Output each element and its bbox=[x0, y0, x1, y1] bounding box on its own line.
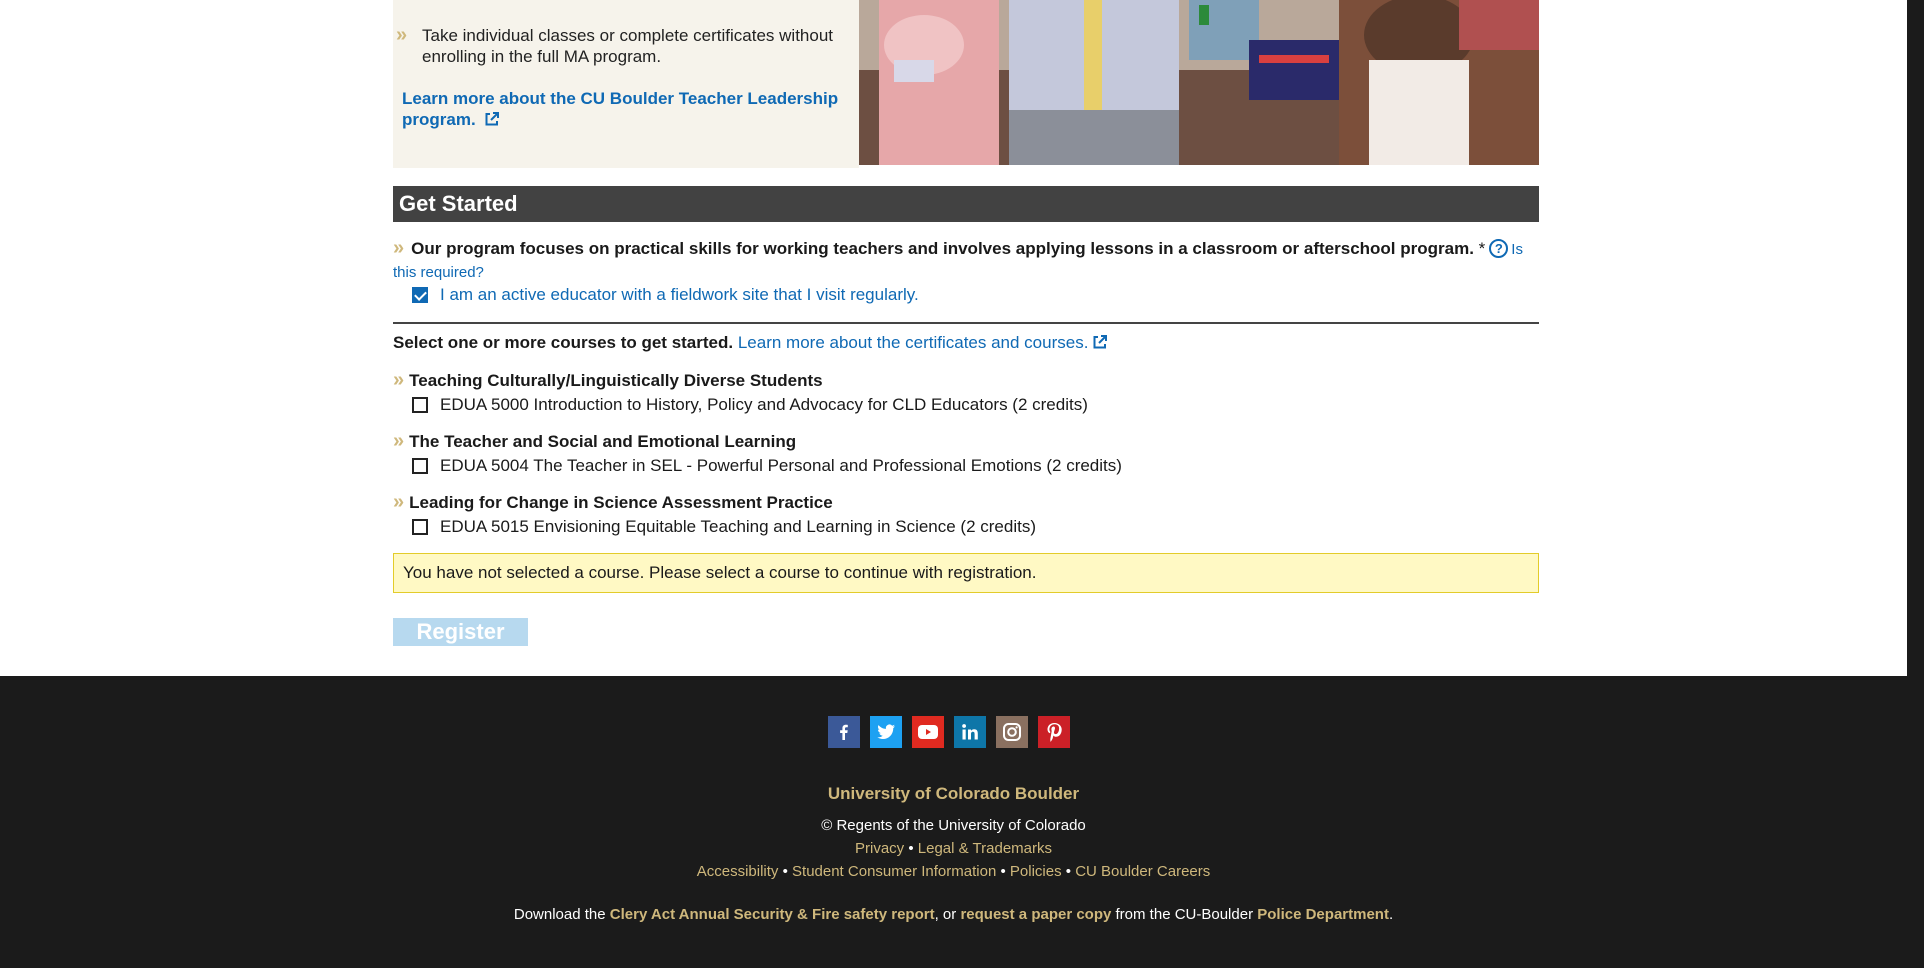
separator: • bbox=[1000, 863, 1006, 880]
educator-question: » Our program focuses on practical skills… bbox=[393, 238, 1539, 284]
clery-notice: Download the Clery Act Annual Security &… bbox=[0, 906, 1907, 923]
course-group-title: » Leading for Change in Science Assessmen… bbox=[393, 492, 1539, 514]
footer-university-name[interactable]: University of Colorado Boulder bbox=[0, 784, 1907, 804]
linkedin-icon[interactable] bbox=[954, 716, 986, 748]
select-courses-prompt: Select one or more courses to get starte… bbox=[393, 332, 1108, 354]
intro-bullet: » Take individual classes or complete ce… bbox=[393, 25, 853, 67]
double-chevron-icon: » bbox=[393, 369, 404, 391]
external-link-icon bbox=[1093, 335, 1108, 349]
external-link-icon bbox=[485, 112, 500, 126]
legal-trademarks-link[interactable]: Legal & Trademarks bbox=[918, 840, 1052, 857]
main-content: » Take individual classes or complete ce… bbox=[0, 0, 1907, 676]
course-label[interactable]: EDUA 5004 The Teacher in SEL - Powerful … bbox=[440, 455, 1122, 477]
scroll-gutter bbox=[1907, 0, 1924, 676]
youtube-icon[interactable] bbox=[912, 716, 944, 748]
careers-link[interactable]: CU Boulder Careers bbox=[1075, 863, 1210, 880]
facebook-icon[interactable] bbox=[828, 716, 860, 748]
educator-checkbox[interactable] bbox=[412, 287, 428, 303]
clery-suffix: from the CU-Boulder bbox=[1115, 906, 1254, 923]
page: » Take individual classes or complete ce… bbox=[0, 0, 1924, 968]
footer-links-row-2: Accessibility • Student Consumer Informa… bbox=[0, 863, 1907, 880]
course-label[interactable]: EDUA 5015 Envisioning Equitable Teaching… bbox=[440, 516, 1036, 538]
double-chevron-icon: » bbox=[393, 237, 404, 259]
course-group-title: » Teaching Culturally/Linguistically Dive… bbox=[393, 370, 1539, 392]
course-group: » Leading for Change in Science Assessmen… bbox=[393, 492, 1539, 538]
clery-report-link[interactable]: Clery Act Annual Security & Fire safety … bbox=[610, 906, 935, 923]
educator-checkbox-label[interactable]: I am an active educator with a fieldwork… bbox=[440, 284, 919, 306]
separator: • bbox=[1065, 863, 1072, 880]
teacher-leadership-link-text: Learn more about the CU Boulder Teacher … bbox=[402, 89, 839, 129]
course-checkbox[interactable] bbox=[412, 397, 428, 413]
police-department-link[interactable]: Police Department bbox=[1257, 906, 1389, 923]
twitter-icon[interactable] bbox=[870, 716, 902, 748]
clery-end: . bbox=[1388, 906, 1394, 923]
register-button[interactable]: Register bbox=[393, 618, 528, 646]
footer-copyright: © Regents of the University of Colorado bbox=[821, 817, 1086, 834]
teacher-leadership-link[interactable]: Learn more about the CU Boulder Teacher … bbox=[402, 88, 852, 130]
intro-bullet-text: Take individual classes or complete cert… bbox=[422, 26, 834, 66]
course-label[interactable]: EDUA 5000 Introduction to History, Polic… bbox=[440, 394, 1088, 416]
accessibility-link[interactable]: Accessibility bbox=[697, 863, 779, 880]
pinterest-icon[interactable] bbox=[1038, 716, 1070, 748]
instagram-icon[interactable] bbox=[996, 716, 1028, 748]
course-group-title-text: The Teacher and Social and Emotional Lea… bbox=[409, 432, 797, 451]
course-checkbox[interactable] bbox=[412, 458, 428, 474]
certificates-courses-link[interactable]: Learn more about the certificates and co… bbox=[738, 333, 1109, 352]
double-chevron-icon: » bbox=[393, 430, 404, 452]
policies-link[interactable]: Policies bbox=[1010, 863, 1062, 880]
classroom-photo bbox=[859, 0, 1539, 165]
course-option[interactable]: EDUA 5004 The Teacher in SEL - Powerful … bbox=[393, 455, 1539, 477]
social-links bbox=[828, 716, 1070, 748]
footer-university-text[interactable]: University of Colorado Boulder bbox=[828, 784, 1079, 803]
paper-copy-link[interactable]: request a paper copy bbox=[960, 906, 1111, 923]
course-group-title-text: Teaching Culturally/Linguistically Diver… bbox=[409, 371, 823, 390]
course-option[interactable]: EDUA 5015 Envisioning Equitable Teaching… bbox=[393, 516, 1539, 538]
separator: • bbox=[782, 863, 788, 880]
section-divider bbox=[393, 322, 1539, 324]
course-option[interactable]: EDUA 5000 Introduction to History, Polic… bbox=[393, 394, 1539, 416]
separator: • bbox=[908, 840, 914, 857]
course-group: » The Teacher and Social and Emotional Le… bbox=[393, 431, 1539, 477]
clery-middle: , or bbox=[934, 906, 957, 923]
privacy-link[interactable]: Privacy bbox=[855, 840, 904, 857]
student-consumer-info-link[interactable]: Student Consumer Information bbox=[792, 863, 996, 880]
select-courses-text: Select one or more courses to get starte… bbox=[393, 333, 734, 352]
question-circle-icon: ? bbox=[1489, 239, 1509, 258]
clery-prefix: Download the bbox=[513, 906, 606, 923]
double-chevron-icon: » bbox=[393, 491, 404, 513]
footer-links-row-1: Privacy • Legal & Trademarks bbox=[0, 840, 1907, 857]
course-group-title: » The Teacher and Social and Emotional Le… bbox=[393, 431, 1539, 453]
no-course-alert: You have not selected a course. Please s… bbox=[393, 553, 1539, 593]
course-group-title-text: Leading for Change in Science Assessment… bbox=[409, 493, 833, 512]
get-started-heading: Get Started bbox=[393, 186, 1539, 222]
course-group: » Teaching Culturally/Linguistically Dive… bbox=[393, 370, 1539, 416]
course-checkbox[interactable] bbox=[412, 519, 428, 535]
question-text: Our program focuses on practical skills … bbox=[411, 239, 1474, 258]
certificates-courses-link-text: Learn more about the certificates and co… bbox=[737, 333, 1089, 352]
double-chevron-icon: » bbox=[396, 24, 407, 46]
